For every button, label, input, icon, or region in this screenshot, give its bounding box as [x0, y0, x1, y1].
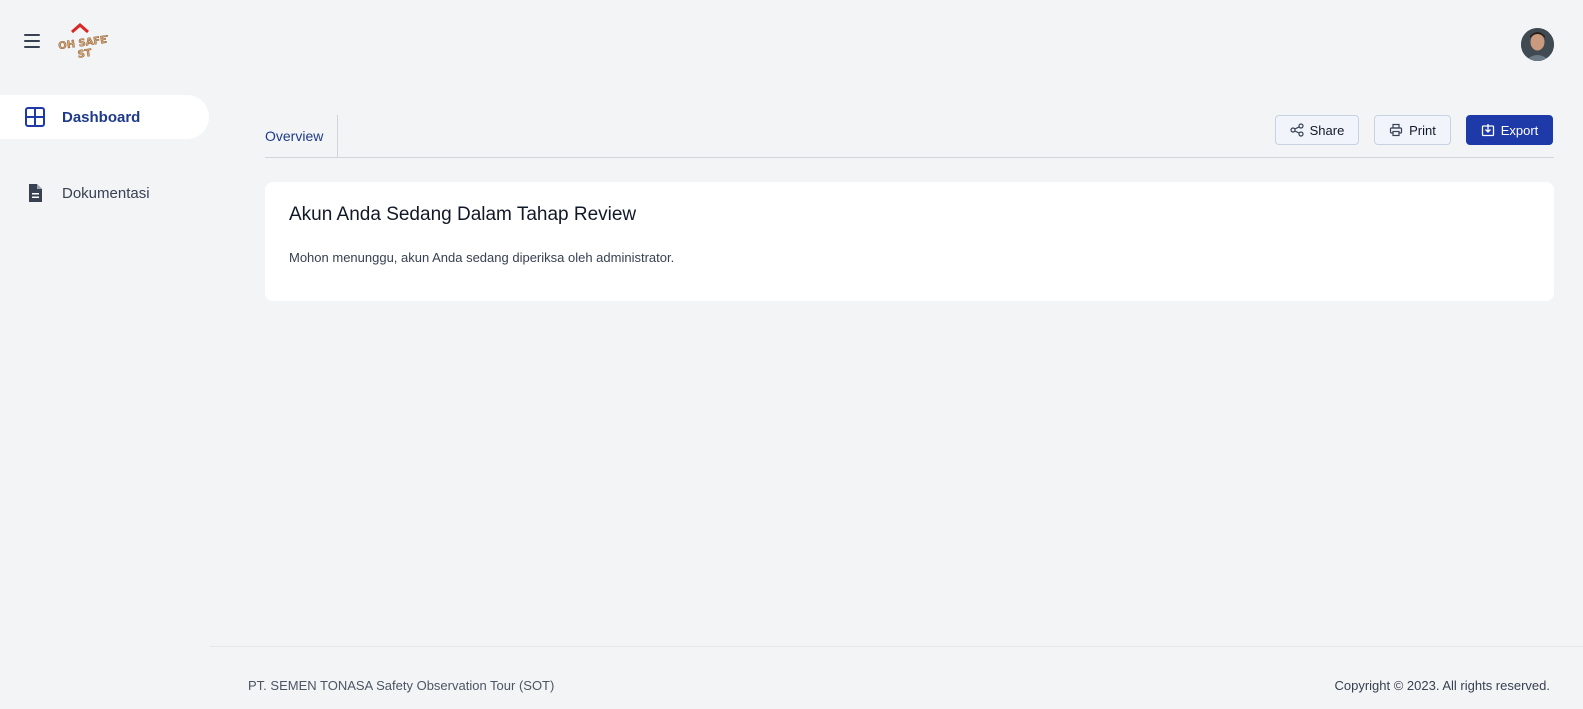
- tab-overview[interactable]: Overview: [265, 115, 339, 157]
- share-button[interactable]: Share: [1275, 115, 1359, 145]
- app-logo[interactable]: OH SAFETY ST: [56, 22, 123, 62]
- print-label: Print: [1409, 122, 1436, 138]
- footer-copyright: Copyright © 2023. All rights reserved.: [1334, 678, 1550, 693]
- sidebar-item-dashboard[interactable]: Dashboard: [0, 95, 209, 139]
- sidebar-item-dokumentasi[interactable]: Dokumentasi: [0, 171, 209, 215]
- card-title: Akun Anda Sedang Dalam Tahap Review: [289, 204, 637, 225]
- share-label: Share: [1309, 122, 1345, 138]
- document-icon: [29, 184, 42, 202]
- download-icon: [1481, 124, 1494, 137]
- grid-icon: [25, 107, 45, 127]
- sidebar-item-label: Dashboard: [62, 108, 141, 126]
- svg-text:ST: ST: [77, 48, 93, 61]
- sidebar-item-label: Dokumentasi: [62, 184, 150, 202]
- review-status-card: Akun Anda Sedang Dalam Tahap Review Moho…: [265, 182, 1554, 301]
- app-root: OH SAFETY ST Dashboard Dokumentasi Overv…: [0, 0, 1583, 709]
- hamburger-menu-icon[interactable]: [22, 30, 42, 50]
- printer-icon: [1390, 123, 1403, 137]
- footer-company: PT. SEMEN TONASA Safety Observation Tour…: [248, 678, 555, 693]
- user-avatar[interactable]: [1521, 28, 1554, 61]
- card-message: Mohon menunggu, akun Anda sedang diperik…: [289, 250, 675, 265]
- print-button[interactable]: Print: [1374, 115, 1451, 145]
- footer-divider: [210, 646, 1583, 647]
- tab-bar: Overview: [265, 115, 1554, 158]
- export-button[interactable]: Export: [1466, 115, 1553, 145]
- export-label: Export: [1500, 122, 1539, 138]
- share-icon: [1290, 123, 1304, 137]
